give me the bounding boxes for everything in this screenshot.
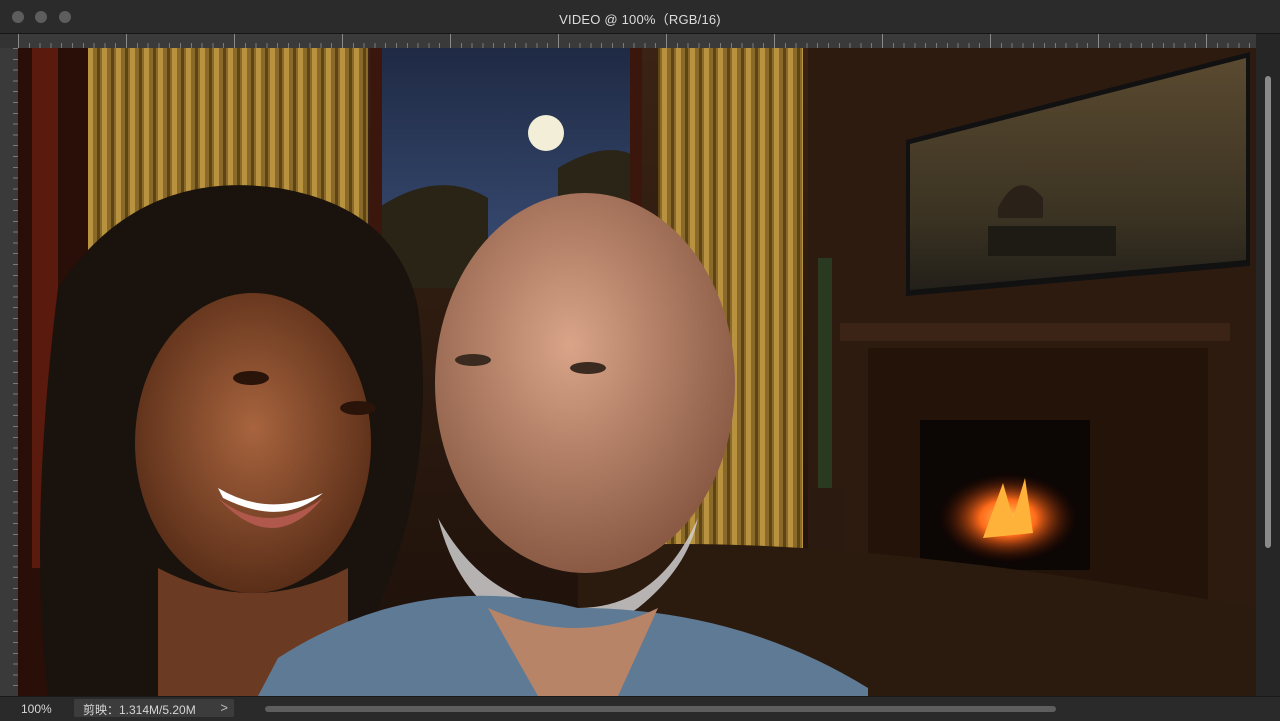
status-bar: 100% 剪映：1.314M/5.20M > bbox=[0, 696, 1280, 721]
document-info-text: 剪映：1.314M/5.20M bbox=[83, 703, 196, 717]
document-title: VIDEO @ 100%（RGB/16) bbox=[559, 12, 721, 27]
vertical-ruler[interactable] bbox=[0, 48, 18, 696]
chevron-right-icon[interactable]: > bbox=[220, 700, 228, 715]
zoom-level[interactable]: 100% bbox=[21, 702, 52, 716]
horizontal-scrollbar[interactable] bbox=[265, 706, 1056, 712]
ruler-origin[interactable] bbox=[0, 34, 18, 48]
horizontal-ruler[interactable] bbox=[18, 34, 1256, 48]
image-canvas[interactable] bbox=[18, 48, 1256, 696]
document-info-box[interactable]: 剪映：1.314M/5.20M > bbox=[74, 699, 234, 717]
canvas-image bbox=[18, 48, 1256, 696]
vertical-scrollbar[interactable] bbox=[1265, 76, 1271, 548]
window-titlebar: VIDEO @ 100%（RGB/16) bbox=[0, 0, 1280, 34]
